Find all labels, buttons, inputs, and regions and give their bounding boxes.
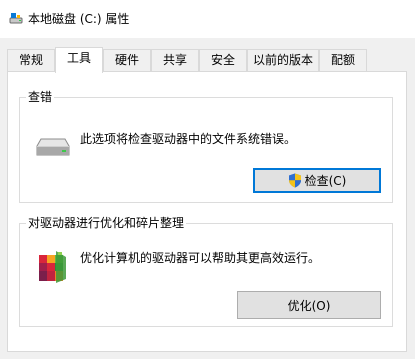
error-checking-title: 查错: [26, 90, 55, 104]
uac-shield-icon: [288, 173, 301, 188]
tab-previous-versions[interactable]: 以前的版本: [247, 49, 319, 71]
optimize-button[interactable]: 优化(O): [237, 291, 381, 319]
optimize-description: 优化计算机的驱动器可以帮助其更高效运行。: [80, 251, 321, 265]
title-bar: 本地磁盘 (C:) 属性: [0, 0, 415, 38]
tab-general[interactable]: 常规: [7, 49, 55, 71]
tab-tools[interactable]: 工具: [55, 47, 103, 73]
drive-icon: [9, 13, 23, 24]
optimize-title: 对驱动器进行优化和碎片整理: [26, 216, 187, 230]
tab-hardware[interactable]: 硬件: [103, 49, 151, 71]
tools-panel: 查错 此选项将检查驱动器中的文件系统错误。 检查(C) 对驱动器进行优化和碎片整…: [7, 71, 407, 352]
check-button[interactable]: 检查(C): [253, 168, 381, 193]
window-title: 本地磁盘 (C:) 属性: [28, 12, 130, 26]
defrag-icon: [39, 251, 66, 283]
error-checking-description: 此选项将检查驱动器中的文件系统错误。: [80, 132, 297, 146]
tab-quota[interactable]: 配额: [319, 49, 367, 71]
check-button-label: 检查(C): [304, 174, 347, 188]
optimize-group: 对驱动器进行优化和碎片整理 优化计算机的驱动器可以帮助其更高效运行。 优化(O): [19, 216, 393, 327]
error-checking-group: 查错 此选项将检查驱动器中的文件系统错误。 检查(C): [19, 90, 393, 203]
hard-drive-icon: [36, 138, 70, 156]
optimize-button-label: 优化(O): [287, 298, 331, 313]
tab-sharing[interactable]: 共享: [151, 49, 199, 71]
tab-security[interactable]: 安全: [199, 49, 247, 71]
